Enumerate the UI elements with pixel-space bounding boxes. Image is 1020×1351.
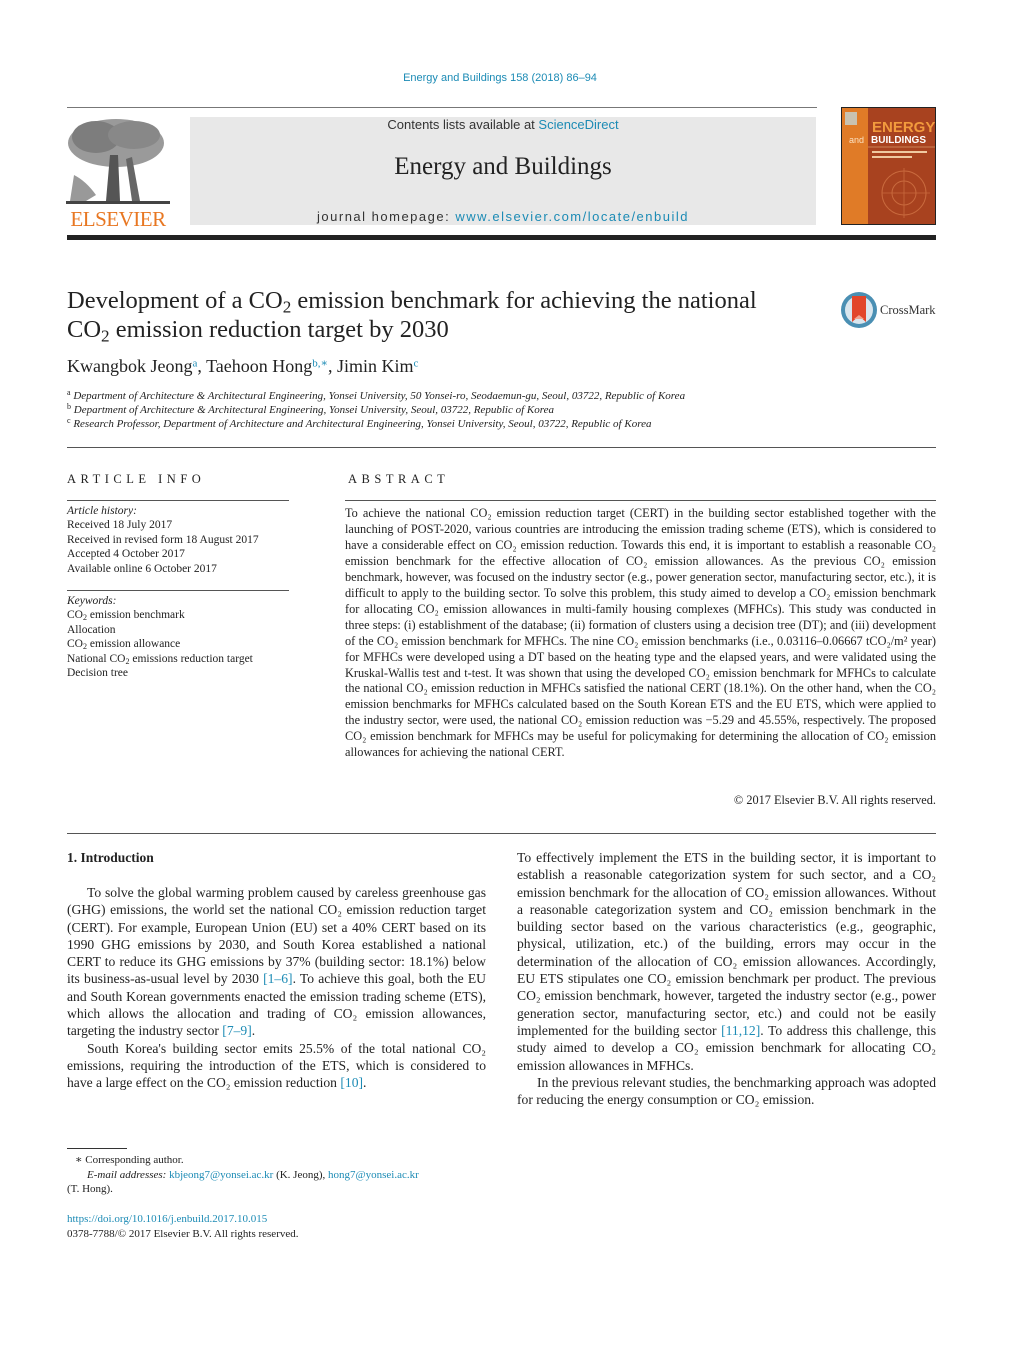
citation-link[interactable]: [1–6]: [263, 971, 292, 986]
email-line: E-mail addresses: kbjeong7@yonsei.ac.kr …: [67, 1168, 487, 1183]
abstract-copyright: © 2017 Elsevier B.V. All rights reserved…: [733, 793, 936, 807]
abstract-heading: ABSTRACT: [348, 472, 450, 486]
keyword-item: Decision tree: [67, 667, 128, 680]
keywords-label: Keywords:: [67, 595, 117, 607]
affiliation-mark: a: [67, 388, 71, 397]
keywords-divider: [67, 590, 289, 591]
affiliation-mark: c: [67, 416, 71, 425]
keyword-item: CO2 emission benchmark: [67, 609, 185, 623]
journal-masthead: Contents lists available at ScienceDirec…: [190, 117, 816, 225]
abstract-body: To achieve the national CO₂ emission red…: [345, 506, 936, 760]
footnotes: ∗ Corresponding author. E-mail addresses…: [67, 1153, 487, 1197]
history-item: Received 18 July 2017: [67, 519, 173, 532]
body-paragraph: To effectively implement the ETS in the …: [517, 849, 936, 1074]
footnote-divider: [67, 1148, 127, 1149]
history-item: Accepted 4 October 2017: [67, 548, 185, 561]
affiliation-text: Department of Architecture & Architectur…: [73, 390, 686, 402]
doi-link[interactable]: https://doi.org/10.1016/j.enbuild.2017.1…: [67, 1212, 487, 1227]
keyword-item: National CO2 emissions reduction target: [67, 652, 253, 666]
email-owner: (T. Hong).: [67, 1183, 113, 1195]
body-text: To effectively implement the ETS in the …: [517, 850, 936, 1038]
journal-name: Energy and Buildings: [394, 153, 612, 180]
author-list: Kwangbok Jeonga, Taehoon Hongb,∗, Jimin …: [67, 356, 419, 376]
sciencedirect-link[interactable]: ScienceDirect: [538, 117, 618, 132]
header-thick-divider: [67, 235, 936, 240]
title-subscript: 2: [101, 326, 110, 346]
author-name[interactable]: Jimin Kim: [337, 356, 414, 376]
email-link-hong[interactable]: hong7@yonsei.ac.kr: [328, 1169, 419, 1181]
affiliation-mark: b: [67, 402, 71, 411]
body-text: In the previous relevant studies, the be…: [517, 1074, 936, 1108]
history-item: Available online 6 October 2017: [67, 562, 217, 575]
history-label: Article history:: [67, 505, 137, 517]
crossmark-button[interactable]: CrossMark: [840, 290, 940, 330]
elsevier-tree-icon: [66, 115, 170, 207]
cover-title-and: and: [849, 135, 864, 145]
body-column-left: To solve the global warming problem caus…: [67, 884, 486, 1092]
title-text: CO: [67, 316, 102, 343]
homepage-line: journal homepage: www.elsevier.com/locat…: [190, 209, 816, 224]
body-text: .: [363, 1075, 367, 1091]
keywords-block: Keywords: CO2 emission benchmark Allocat…: [67, 594, 297, 680]
abstract-divider: [345, 500, 936, 501]
homepage-link[interactable]: www.elsevier.com/locate/enbuild: [455, 209, 689, 224]
journal-cover-art: ENERGY and BUILDINGS: [842, 108, 935, 224]
contents-prefix: Contents lists available at: [387, 117, 539, 132]
citation-link[interactable]: [10]: [340, 1075, 363, 1090]
author-name[interactable]: Kwangbok Jeong: [67, 356, 192, 376]
history-item: Received in revised form 18 August 2017: [67, 533, 259, 546]
elsevier-logo[interactable]: ELSEVIER: [66, 115, 170, 231]
body-paragraph: To solve the global warming problem caus…: [67, 884, 486, 1040]
affiliation-text: Research Professor, Department of Archit…: [73, 418, 652, 430]
title-text: emission benchmark for achieving the nat…: [291, 287, 757, 314]
affiliation: a Department of Architecture & Architect…: [67, 388, 686, 403]
cover-title-energy: ENERGY: [872, 119, 935, 136]
affiliation: b Department of Architecture & Architect…: [67, 402, 555, 417]
body-column-right: To effectively implement the ETS in the …: [517, 849, 936, 1108]
body-text: South Korea's building sector emits 25.5…: [67, 1040, 486, 1091]
article-title: Development of a CO2 emission benchmark …: [67, 286, 827, 344]
contents-line: Contents lists available at ScienceDirec…: [190, 117, 816, 132]
body-text: .: [251, 1023, 256, 1039]
elsevier-wordmark: ELSEVIER: [70, 207, 166, 231]
corresponding-author-note: ∗ Corresponding author.: [75, 1154, 184, 1166]
article-info-divider: [67, 500, 289, 501]
abstract-end-divider: [67, 833, 936, 834]
email-owner: (K. Jeong),: [273, 1168, 328, 1181]
header-divider: [67, 107, 817, 108]
cover-title-buildings: BUILDINGS: [871, 135, 926, 146]
journal-reference-link[interactable]: Energy and Buildings 158 (2018) 86–94: [0, 72, 1000, 84]
issn-rights: 0378-7788/© 2017 Elsevier B.V. All right…: [67, 1227, 299, 1240]
email-label: E-mail addresses:: [87, 1168, 170, 1181]
author-affil-mark[interactable]: b,∗: [312, 358, 328, 370]
body-paragraph: In the previous relevant studies, the be…: [517, 1074, 936, 1109]
affiliation: c Research Professor, Department of Arch…: [67, 416, 652, 431]
citation-link[interactable]: [7–9]: [222, 1023, 251, 1038]
title-subscript: 2: [282, 297, 292, 317]
affiliation-text: Department of Architecture & Architectur…: [73, 404, 555, 416]
journal-cover-image[interactable]: ENERGY and BUILDINGS: [841, 107, 936, 225]
keyword-item: CO2 emission allowance: [67, 638, 181, 652]
citation-link[interactable]: [11,12]: [721, 1023, 760, 1038]
keyword-item: Allocation: [67, 623, 116, 636]
doi-block: https://doi.org/10.1016/j.enbuild.2017.1…: [67, 1212, 487, 1241]
title-text: emission reduction target by 2030: [109, 316, 449, 343]
title-text: Development of a CO: [67, 287, 283, 314]
email-link-jeong[interactable]: kbjeong7@yonsei.ac.kr: [169, 1169, 273, 1181]
author-affil-mark[interactable]: c: [414, 358, 419, 370]
body-paragraph: South Korea's building sector emits 25.5…: [67, 1040, 486, 1092]
crossmark-label: CrossMark: [880, 303, 936, 317]
article-info: Article history: Received 18 July 2017 R…: [67, 504, 297, 576]
homepage-prefix: journal homepage:: [317, 209, 456, 224]
affiliation-divider: [67, 447, 936, 448]
article-info-heading: ARTICLE INFO: [67, 472, 206, 486]
author-name[interactable]: Taehoon Hong: [206, 356, 312, 376]
section-heading-introduction: 1. Introduction: [67, 850, 154, 865]
